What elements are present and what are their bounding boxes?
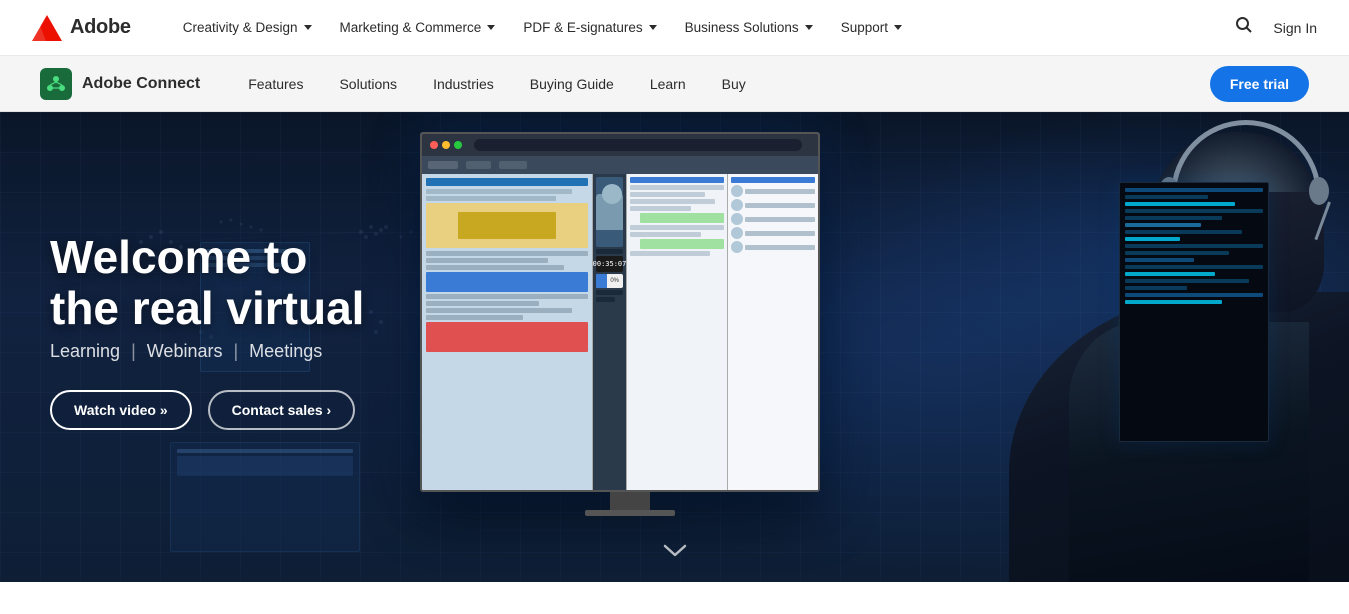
top-nav-links: Creativity & Design Marketing & Commerce… <box>171 12 1236 43</box>
nav-item-creativity-design[interactable]: Creativity & Design <box>171 12 324 43</box>
contact-sales-button[interactable]: Contact sales › <box>208 390 356 430</box>
nav-item-support[interactable]: Support <box>829 12 914 43</box>
sub-navigation: Adobe Connect Features Solutions Industr… <box>0 56 1349 112</box>
adobe-connect-icon <box>40 68 72 100</box>
nav-item-business-solutions[interactable]: Business Solutions <box>673 12 825 43</box>
bg-screen-bottom <box>170 442 360 552</box>
sub-nav-buy[interactable]: Buy <box>706 68 762 100</box>
chevron-down-icon <box>304 25 312 30</box>
search-button[interactable] <box>1235 16 1253 39</box>
hero-content: Welcome to the real virtual Learning | W… <box>50 232 364 430</box>
product-logo-group: Adobe Connect <box>40 68 200 100</box>
free-trial-button[interactable]: Free trial <box>1210 66 1309 102</box>
sub-nav-industries[interactable]: Industries <box>417 68 510 100</box>
adobe-logo-icon <box>32 15 62 41</box>
nav-item-marketing-commerce[interactable]: Marketing & Commerce <box>328 12 508 43</box>
product-name: Adobe Connect <box>82 75 200 93</box>
scroll-indicator[interactable] <box>661 540 689 566</box>
main-monitor: 00:35:07 0% <box>420 132 840 516</box>
sub-nav-learn[interactable]: Learn <box>634 68 702 100</box>
hero-subtitle: Learning | Webinars | Meetings <box>50 341 364 362</box>
adobe-wordmark: Adobe <box>70 16 131 39</box>
sub-nav-solutions[interactable]: Solutions <box>323 68 413 100</box>
connect-logo-icon <box>46 74 66 94</box>
nav-item-pdf-esignatures[interactable]: PDF & E-signatures <box>511 12 668 43</box>
hero-buttons: Watch video » Contact sales › <box>50 390 364 430</box>
sub-nav-links: Features Solutions Industries Buying Gui… <box>232 68 1210 100</box>
hero-title: Welcome to the real virtual <box>50 232 364 333</box>
adobe-logo[interactable]: Adobe <box>32 15 131 41</box>
top-navigation: Adobe Creativity & Design Marketing & Co… <box>0 0 1349 56</box>
sub-nav-buying-guide[interactable]: Buying Guide <box>514 68 630 100</box>
chevron-down-icon <box>649 25 657 30</box>
chevron-down-icon <box>894 25 902 30</box>
chevron-down-icon <box>805 25 813 30</box>
right-monitor <box>1119 182 1269 442</box>
sign-in-button[interactable]: Sign In <box>1273 20 1317 36</box>
watch-video-button[interactable]: Watch video » <box>50 390 192 430</box>
hero-section: 00:35:07 0% <box>0 112 1349 582</box>
search-icon <box>1235 16 1253 34</box>
scroll-down-icon <box>661 542 689 560</box>
sub-nav-features[interactable]: Features <box>232 68 319 100</box>
top-nav-right: Sign In <box>1235 16 1317 39</box>
chevron-down-icon <box>487 25 495 30</box>
